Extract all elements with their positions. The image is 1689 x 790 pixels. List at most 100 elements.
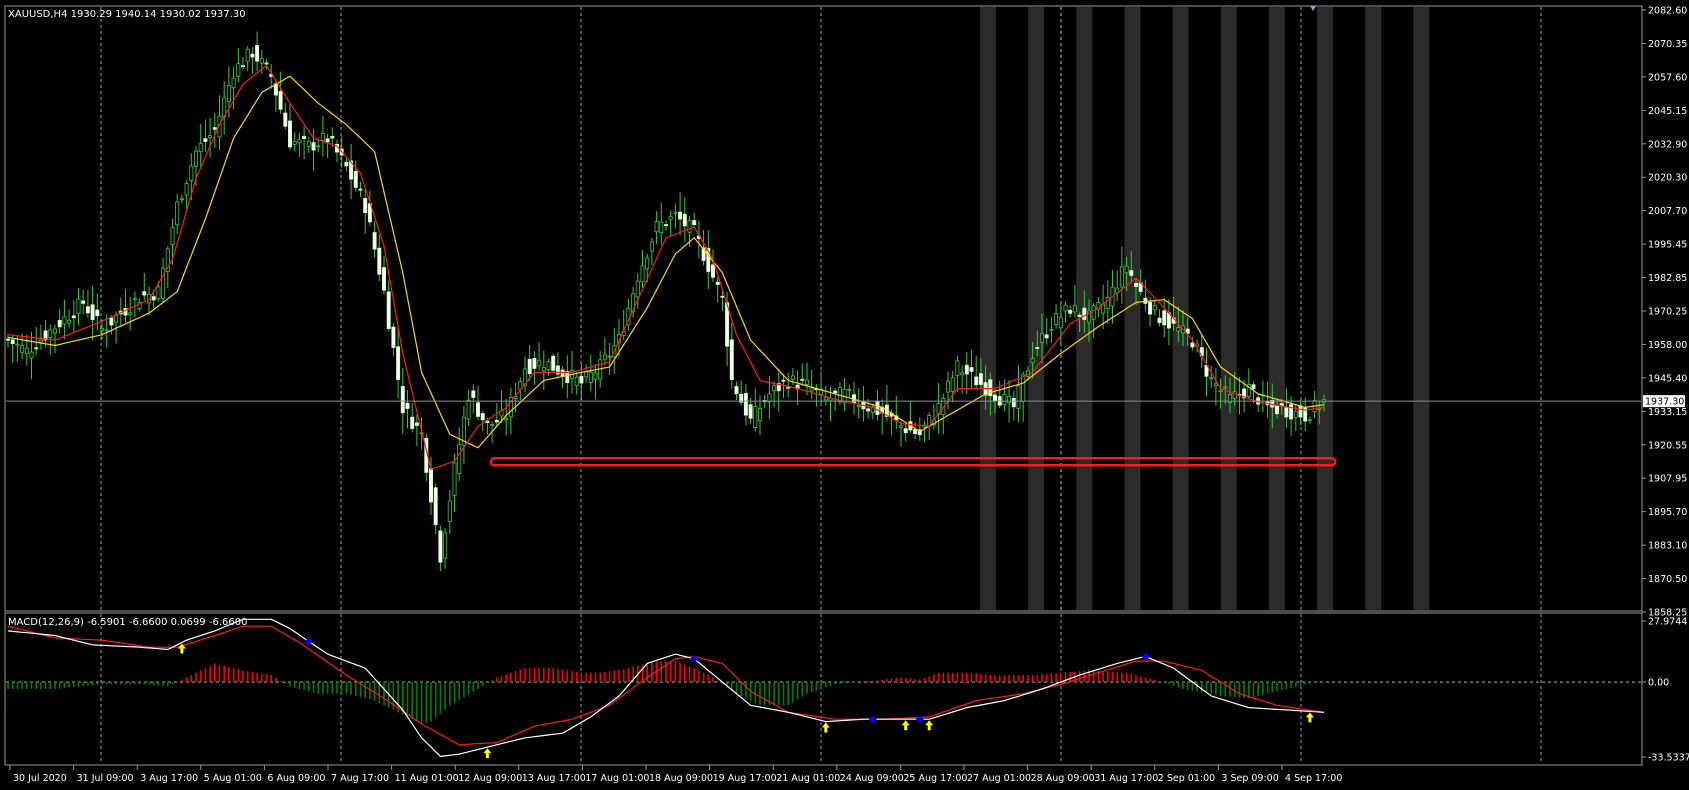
candle-bull [946,380,951,393]
candle-bear [344,161,349,167]
candle-bull [588,371,593,383]
candle-bear [325,138,330,143]
price-tick-label: 2070.35 [1648,39,1687,50]
candle-bull [593,372,598,380]
candle-bear [551,355,556,371]
candle-bull [15,343,20,346]
candle-bear [363,198,368,214]
candle-bull [100,328,105,331]
candle-bear [264,62,269,65]
candle-bear [405,402,410,409]
candle-bull [76,298,81,314]
candle-bull [104,329,109,332]
candle-bull [1119,266,1124,288]
candle-bull [1223,386,1228,389]
candle-bear [71,315,76,319]
candle-bull [790,375,795,380]
candle-bull [1058,316,1063,329]
candle-bull [805,379,810,385]
candle-bull [447,500,452,523]
candle-bull [490,424,495,426]
candle-bull [856,405,861,408]
candle-bull [62,316,67,325]
candle-bull [1002,394,1007,405]
shaded-session [1413,7,1430,610]
time-tick-label: 25 Aug 17:00 [903,773,967,784]
candle-bull [1072,304,1077,313]
time-tick-label: 4 Sep 17:00 [1285,773,1342,784]
candle-bear [95,309,100,317]
time-tick-label: 30 Jul 2020 [13,773,67,784]
shaded-session [1317,7,1334,610]
candle-bear [1129,270,1134,276]
candle-bear [381,267,386,291]
candle-bear [391,326,396,348]
candle-bear [438,530,443,563]
candle-bull [170,227,175,246]
candle-bear [579,375,584,384]
candle-bull [189,165,194,181]
shaded-session [1365,7,1382,610]
candle-bull [1054,313,1059,325]
price-tick-label: 2082.60 [1648,6,1687,17]
candle-bear [866,408,871,412]
candle-bear [255,45,260,62]
price-tick-label: 1958.00 [1648,340,1687,351]
price-tick-label: 1883.10 [1648,541,1687,552]
candle-bull [208,135,213,138]
candle-bear [471,390,476,398]
macd-tick-label: -33.5337 [1648,753,1689,764]
price-tick-label: 1920.55 [1648,440,1687,451]
candle-bear [532,357,537,369]
candle-bear [1190,342,1195,348]
last-price-label: 1937.30 [1643,395,1685,408]
price-tick-label: 1995.45 [1648,240,1687,251]
candle-bull [546,361,551,370]
candle-bull [452,462,457,496]
candle-bear [386,291,391,330]
candle-bear [682,213,687,227]
candle-bull [198,143,203,153]
candle-bear [875,400,880,415]
candle-bull [184,183,189,196]
candle-bear [1011,398,1016,408]
time-tick-label: 2 Sep 01:00 [1158,773,1215,784]
candle-bear [1134,282,1139,287]
candle-bear [1157,317,1162,324]
last-price-text: 1937.30 [1645,397,1684,408]
shaded-session [1220,7,1237,610]
candle-bull [1021,374,1026,402]
candle-bear [833,390,838,394]
candle-bear [664,224,669,227]
price-tick-label: 2032.90 [1648,139,1687,150]
candle-bear [287,120,292,148]
candle-bull [320,132,325,141]
candle-bull [1218,389,1223,392]
candle-bull [67,319,72,324]
price-tick-label: 1982.85 [1648,273,1687,284]
candle-bear [678,211,683,220]
candle-bear [396,346,401,380]
candle-bull [1030,358,1035,364]
candle-bull [758,408,763,421]
price-tick-label: 2020.30 [1648,173,1687,184]
candle-bull [457,444,462,474]
candle-bear [480,413,485,421]
candle-bull [504,418,509,421]
candle-bull [132,298,137,300]
candle-bull [29,351,34,359]
shaded-session [980,7,996,610]
time-tick-label: 31 Jul 09:00 [77,773,134,784]
time-tick-label: 21 Aug 01:00 [776,773,840,784]
candle-bear [800,378,805,381]
candle-bull [1040,333,1045,343]
candle-bull [1063,304,1068,312]
candle-bear [57,320,62,328]
chart-window[interactable]: XAUUSD,H4 1930.29 1940.14 1930.02 1937.3… [0,0,1689,790]
candle-bear [151,296,156,301]
candle-bear [715,281,720,285]
candle-bear [475,402,480,417]
candle-bear [734,386,739,395]
price-tick-label: 1933.15 [1648,407,1687,418]
candle-bull [1307,419,1312,422]
